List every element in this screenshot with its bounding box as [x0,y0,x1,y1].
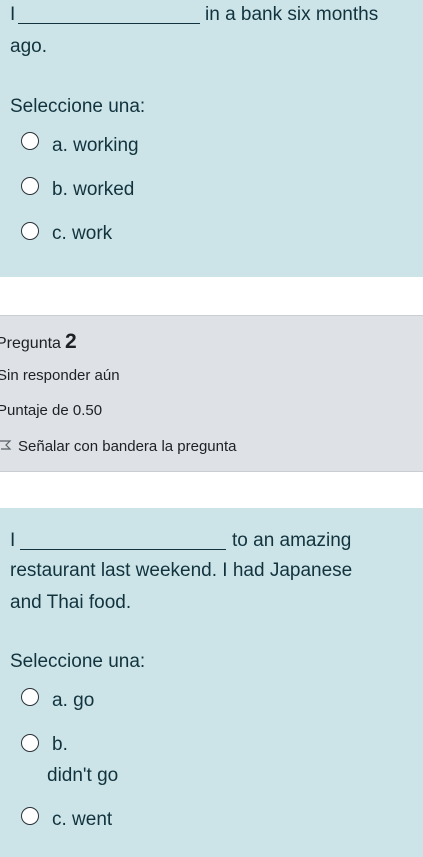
question-status: Sin responder aún [0,367,120,384]
question-2-text-line3: and Thai food. [10,592,132,613]
question-1-blank [18,23,200,24]
question-2-card: I to an amazing restaurant last weekend.… [0,508,423,857]
question-1-prompt: Seleccione una: [10,96,146,117]
radio-button[interactable] [21,177,39,195]
radio-button[interactable] [21,222,39,240]
question-2-info-panel: Pregunta 2 Sin responder aún Puntaje de 0… [0,315,423,472]
question-1-text-cont: ago. [10,36,47,57]
option-label-cont: didn't go [47,765,119,786]
question-2-text-line1: to an amazing [232,530,352,551]
option-label: b. worked [52,179,135,200]
option-label: c. went [52,809,113,830]
option-label: a. go [52,690,95,711]
radio-button[interactable] [21,734,39,752]
flag-icon[interactable] [0,440,12,456]
flag-question-label[interactable]: Señalar con bandera la pregunta [18,438,237,455]
question-title-prefix: Pregunta [0,335,61,352]
question-2-blank [20,549,226,550]
question-2-prompt: Seleccione una: [10,651,146,672]
radio-button[interactable] [21,688,39,706]
question-1-text: in a bank six months [205,4,379,25]
radio-button[interactable] [21,807,39,825]
question-2-text-line2: restaurant last weekend. I had Japanese [10,560,353,581]
question-number: 2 [64,330,77,353]
question-1-subject: I [10,4,16,25]
question-1-card: I in a bank six months ago. Seleccione u… [0,0,423,277]
option-label: a. working [52,135,139,156]
radio-button[interactable] [21,132,39,150]
question-title: Pregunta 2 [0,330,77,354]
option-label: c. work [52,223,113,244]
option-label: b. [52,734,68,755]
question-score: Puntaje de 0.50 [0,402,103,419]
question-2-subject: I [10,530,16,551]
